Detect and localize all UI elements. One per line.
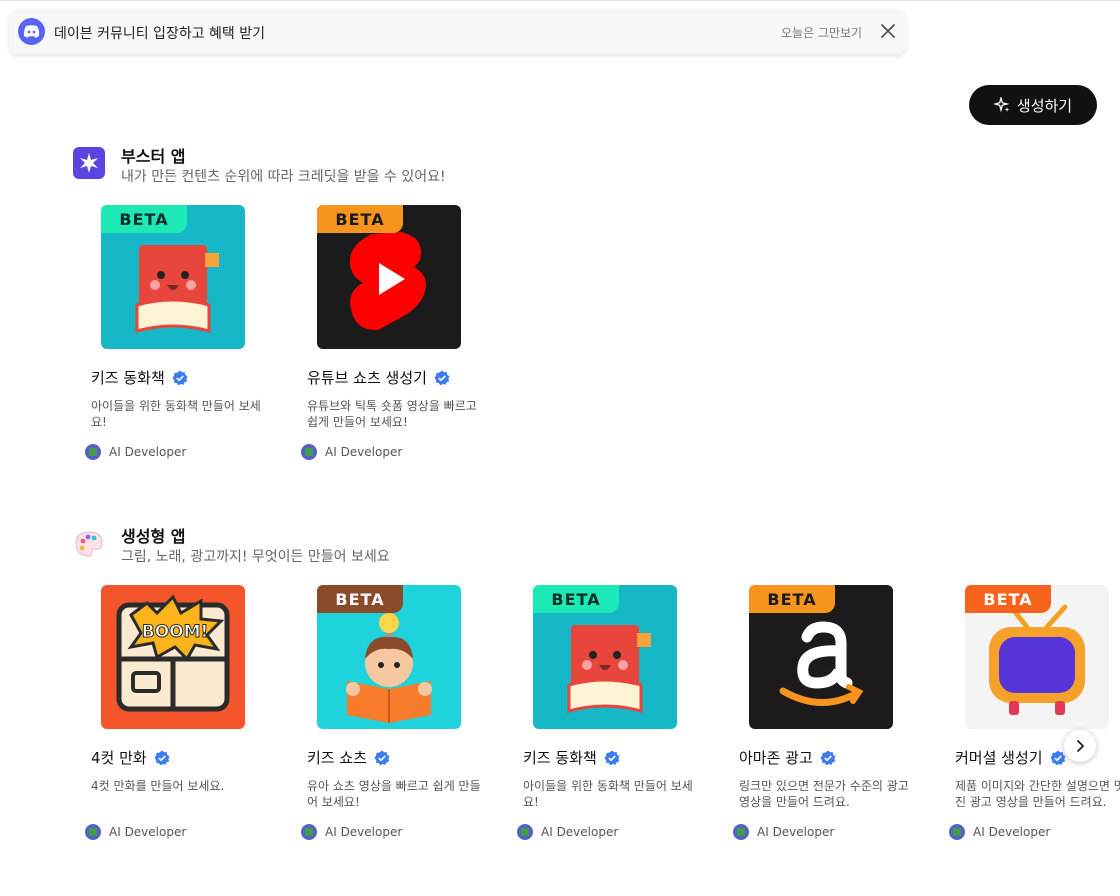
developer-name: AI Developer — [541, 825, 619, 839]
app-card-youtube-shorts[interactable]: BETA 유튜브 쇼츠 생성기 유튜브와 틱톡 숏폼 영상을 빠르고 쉽게 만들… — [301, 205, 501, 495]
developer-info: AI Developer — [949, 824, 1050, 840]
card-description: 유아 쇼츠 영상을 빠르고 쉽게 만들어 보세요! — [307, 779, 481, 809]
card-description: 유튜브와 틱톡 숏폼 영상을 빠르고 쉽게 만들어 보세요! — [307, 399, 477, 429]
svg-text:BOOM!: BOOM! — [142, 622, 209, 642]
developer-avatar — [949, 824, 965, 840]
card-title[interactable]: 키즈 쇼츠 — [307, 747, 390, 768]
developer-info: AI Developer — [85, 444, 186, 460]
developer-avatar — [85, 444, 101, 460]
card-description: 아이들을 위한 동화책 만들어 보세요! — [91, 399, 261, 429]
developer-name: AI Developer — [325, 445, 403, 459]
card-description: 제품 이미지와 간단한 설명으면 멋진 광고 영상을 만들어 드려요. — [955, 779, 1120, 809]
developer-name: AI Developer — [973, 825, 1051, 839]
verified-icon — [820, 750, 836, 765]
app-card-4cut-comic[interactable]: BOOM! 4컷 만화 4컷 만화를 만들어 보세요. AI Developer — [85, 585, 285, 875]
sparkle-icon — [993, 97, 1010, 113]
card-title-text: 커머셜 생성기 — [955, 749, 1043, 767]
card-title[interactable]: 키즈 동화책 — [91, 367, 188, 388]
developer-info: AI Developer — [301, 444, 402, 460]
verified-icon — [604, 750, 620, 765]
card-description: 링크만 있으면 전문가 수준의 광고 영상을 만들어 드려요. — [739, 779, 909, 809]
beta-badge: BETA — [533, 585, 619, 613]
card-title-text: 아마존 광고 — [739, 749, 813, 767]
retro-tv-icon: BETA — [965, 585, 1109, 729]
banner-text[interactable]: 데이븐 커뮤니티 입장하고 혜택 받기 — [54, 23, 265, 43]
app-card-kids-storybook[interactable]: BETA 키즈 동화책 아이들을 위한 동화책 만들어 보세요! AI Deve… — [85, 205, 285, 495]
card-title-text: 키즈 동화책 — [523, 749, 597, 767]
beta-badge: BETA — [317, 205, 403, 233]
card-title-text: 유튜브 쇼츠 생성기 — [307, 369, 427, 387]
create-button-label: 생성하기 — [1016, 96, 1073, 115]
card-title-text: 키즈 동화책 — [91, 369, 165, 387]
discord-icon — [18, 18, 45, 45]
chevron-right-icon — [1077, 740, 1084, 752]
verified-icon — [374, 750, 390, 765]
palette-icon — [73, 528, 105, 560]
verified-icon — [1050, 750, 1066, 765]
beta-badge: BETA — [965, 585, 1051, 613]
verified-icon — [154, 750, 170, 765]
beta-badge: BETA — [749, 585, 835, 613]
section-title-booster: 부스터 앱 — [121, 147, 186, 166]
carousel-next-button[interactable] — [1064, 730, 1096, 762]
section-subtitle-generative: 그림, 노래, 광고까지! 무엇이든 만들어 보세요 — [121, 549, 390, 565]
app-card-kids-storybook-2[interactable]: BETA 키즈 동화책 아이들을 위한 동화책 만들어 보세요! AI Deve… — [517, 585, 717, 875]
youtube-shorts-icon: BETA — [317, 205, 461, 349]
app-card-commercial-generator[interactable]: BETA 커머셜 생성기 제품 이미지와 간단한 설명으면 멋진 광고 영상을 … — [949, 585, 1120, 875]
card-title[interactable]: 아마존 광고 — [739, 747, 836, 768]
app-card-kids-shorts[interactable]: BETA 키즈 쇼츠 유아 쇼츠 영상을 빠르고 쉽게 만들어 보세요! AI … — [301, 585, 501, 875]
section-subtitle-booster: 내가 만든 컨텐츠 순위에 따라 크레딧을 받을 수 있어요! — [121, 169, 446, 185]
create-button[interactable]: 생성하기 — [969, 85, 1097, 125]
section-title-generative: 생성형 앱 — [121, 527, 186, 546]
card-description: 4컷 만화를 만들어 보세요. — [91, 779, 225, 793]
developer-name: AI Developer — [325, 825, 403, 839]
storybook-icon: BETA — [101, 205, 245, 349]
card-title[interactable]: 유튜브 쇼츠 생성기 — [307, 367, 450, 388]
card-title-text: 4컷 만화 — [91, 749, 147, 767]
card-title-text: 키즈 쇼츠 — [307, 749, 367, 767]
beta-badge: BETA — [317, 585, 403, 613]
card-title[interactable]: 키즈 동화책 — [523, 747, 620, 768]
developer-avatar — [301, 824, 317, 840]
developer-avatar — [85, 824, 101, 840]
community-banner[interactable]: 데이븐 커뮤니티 입장하고 혜택 받기 오늘은 그만보기 — [9, 10, 906, 54]
developer-avatar — [301, 444, 317, 460]
developer-avatar — [517, 824, 533, 840]
app-card-amazon-ads[interactable]: BETA 아마존 광고 링크만 있으면 전문가 수준의 광고 영상을 만들어 드… — [733, 585, 933, 875]
developer-name: AI Developer — [109, 445, 187, 459]
developer-info: AI Developer — [85, 824, 186, 840]
developer-avatar — [733, 824, 749, 840]
developer-name: AI Developer — [757, 825, 835, 839]
developer-info: AI Developer — [517, 824, 618, 840]
card-title[interactable]: 커머셜 생성기 — [955, 747, 1066, 768]
dismiss-today-link[interactable]: 오늘은 그만보기 — [781, 24, 862, 41]
kid-reading-icon: BETA — [317, 585, 461, 729]
verified-icon — [434, 370, 450, 385]
beta-badge: BETA — [101, 205, 187, 233]
developer-info: AI Developer — [733, 824, 834, 840]
top-divider — [0, 0, 1120, 1]
amazon-logo-icon: BETA — [749, 585, 893, 729]
developer-info: AI Developer — [301, 824, 402, 840]
card-title[interactable]: 4컷 만화 — [91, 747, 170, 768]
storybook-icon: BETA — [533, 585, 677, 729]
star-badge-icon — [73, 147, 105, 179]
verified-icon — [172, 370, 188, 385]
card-description: 아이들을 위한 동화책 만들어 보세요! — [523, 779, 693, 809]
comic-boom-icon: BOOM! — [101, 585, 245, 729]
close-icon[interactable] — [879, 22, 897, 40]
developer-name: AI Developer — [109, 825, 187, 839]
